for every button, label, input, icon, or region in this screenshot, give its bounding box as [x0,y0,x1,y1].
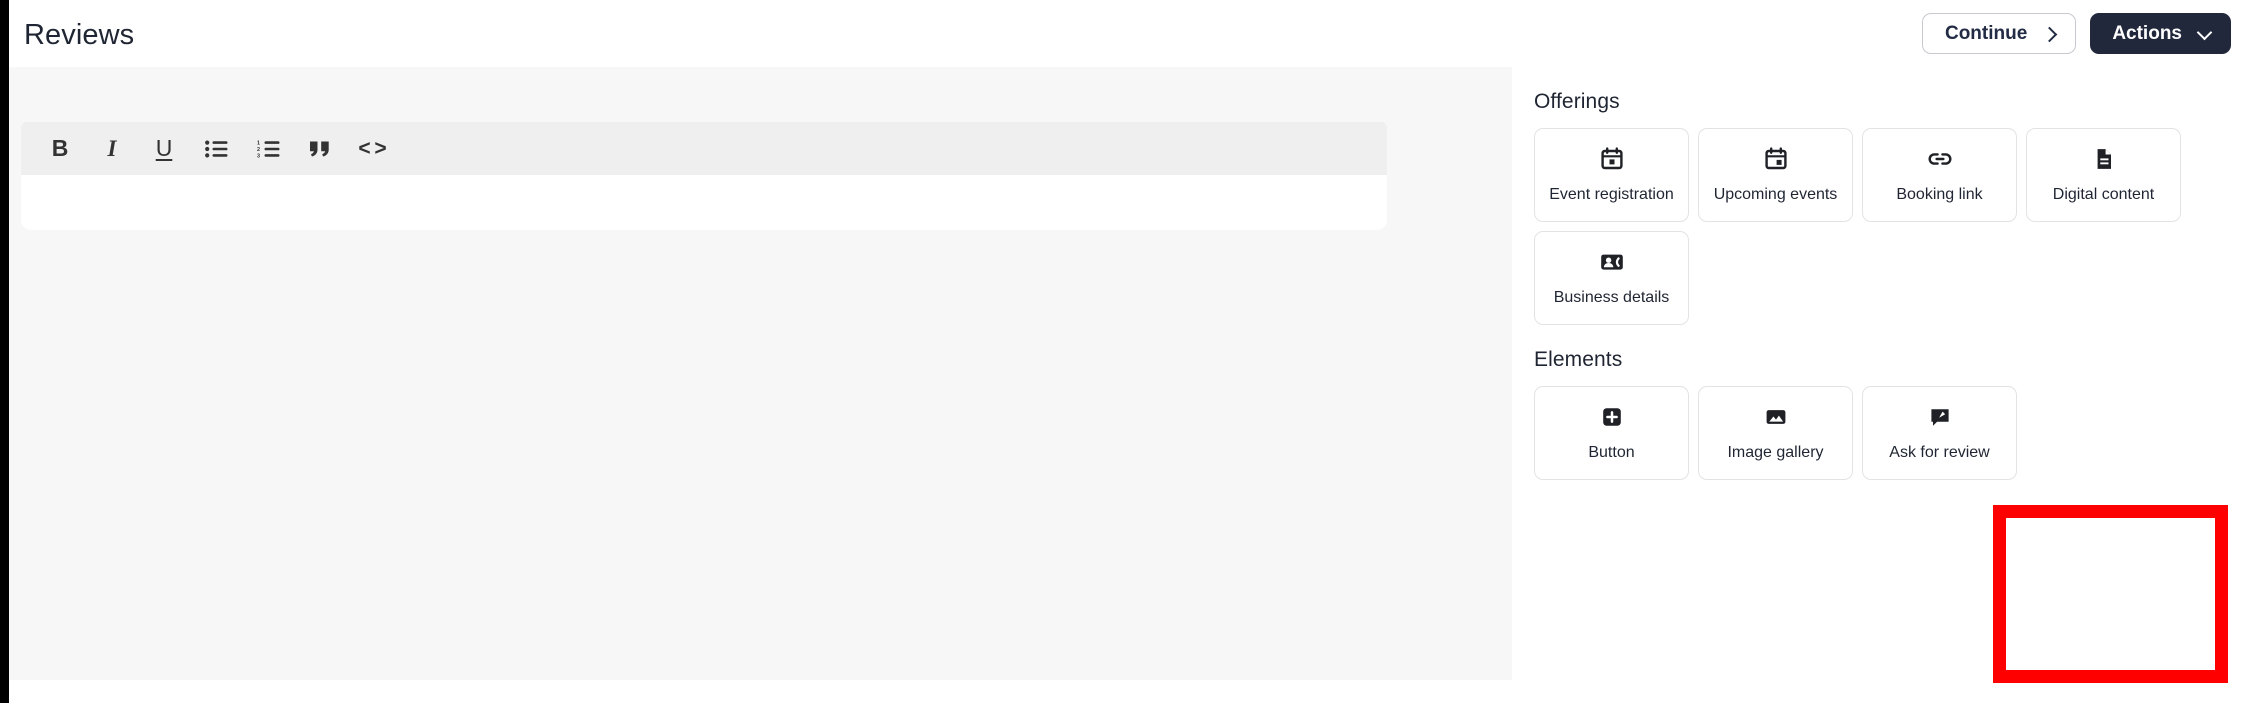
continue-button[interactable]: Continue [1921,13,2077,54]
section-heading-elements: Elements [1534,348,1623,371]
calendar-event-icon [1764,146,1788,171]
actions-button[interactable]: Actions [2090,13,2231,54]
offerings-card-grid: Event registration Upcoming events Booki… [1534,128,2234,325]
svg-text:3: 3 [257,153,260,158]
svg-text:2: 2 [257,147,260,153]
chevron-right-icon [2043,27,2056,40]
card-label: Button [1588,443,1635,461]
card-booking-link[interactable]: Booking link [1862,128,2017,222]
card-ask-for-review[interactable]: Ask for review [1862,386,2017,480]
window-edge [0,0,9,703]
chevron-down-icon [2198,27,2211,40]
continue-button-label: Continue [1944,22,2028,44]
plus-square-icon [1600,405,1624,429]
review-bubble-icon [1928,405,1952,429]
card-label: Upcoming events [1713,185,1838,203]
underline-button[interactable]: U [143,128,185,170]
card-image-gallery[interactable]: Image gallery [1698,386,1853,480]
numbered-list-icon: 1 2 3 [257,140,280,158]
elements-card-grid: Button Image gallery Ask for review [1534,386,2234,480]
editor-canvas: B I U 1 2 3 < > [9,67,1512,680]
blockquote-button[interactable] [299,128,341,170]
card-label: Image gallery [1727,443,1824,461]
top-bar: Reviews Continue Actions [9,0,2241,67]
svg-text:1: 1 [257,140,260,146]
document-icon [2092,147,2116,171]
italic-button[interactable]: I [91,128,133,170]
contact-card-icon [1599,250,1625,274]
blockquote-icon [309,140,331,158]
card-business-details[interactable]: Business details [1534,231,1689,325]
bold-button[interactable]: B [39,128,81,170]
bold-icon: B [51,135,69,161]
card-label: Digital content [2052,185,2155,203]
card-label: Business details [1553,288,1670,306]
bulleted-list-button[interactable] [195,128,237,170]
blocks-panel-inner: Offerings Event registration Upcoming ev… [1534,67,2234,480]
card-label: Booking link [1896,185,1983,203]
calendar-icon [1600,146,1624,171]
editor-text-area[interactable] [21,175,1387,230]
actions-button-label: Actions [2112,22,2182,44]
underline-icon: U [155,135,173,161]
rich-text-editor: B I U 1 2 3 < > [21,122,1387,230]
card-upcoming-events[interactable]: Upcoming events [1698,128,1853,222]
image-icon [1764,405,1788,429]
card-label: Event registration [1549,185,1674,203]
code-icon: < > [358,137,386,160]
card-label: Ask for review [1889,443,1990,461]
top-bar-actions: Continue Actions [1921,13,2231,54]
italic-icon: I [107,136,117,161]
bulleted-list-icon [204,140,228,158]
numbered-list-button[interactable]: 1 2 3 [247,128,289,170]
page-title: Reviews [24,19,135,51]
card-digital-content[interactable]: Digital content [2026,128,2181,222]
card-event-registration[interactable]: Event registration [1534,128,1689,222]
card-button[interactable]: Button [1534,386,1689,480]
link-icon [1927,147,1953,171]
section-heading-offerings: Offerings [1534,90,1620,113]
app-root: Reviews Continue Actions B I U 1 2 3 < >… [0,0,2241,703]
code-button[interactable]: < > [351,128,393,170]
blocks-side-panel: Offerings Event registration Upcoming ev… [1512,67,2241,680]
editor-toolbar: B I U 1 2 3 < > [21,122,1387,175]
